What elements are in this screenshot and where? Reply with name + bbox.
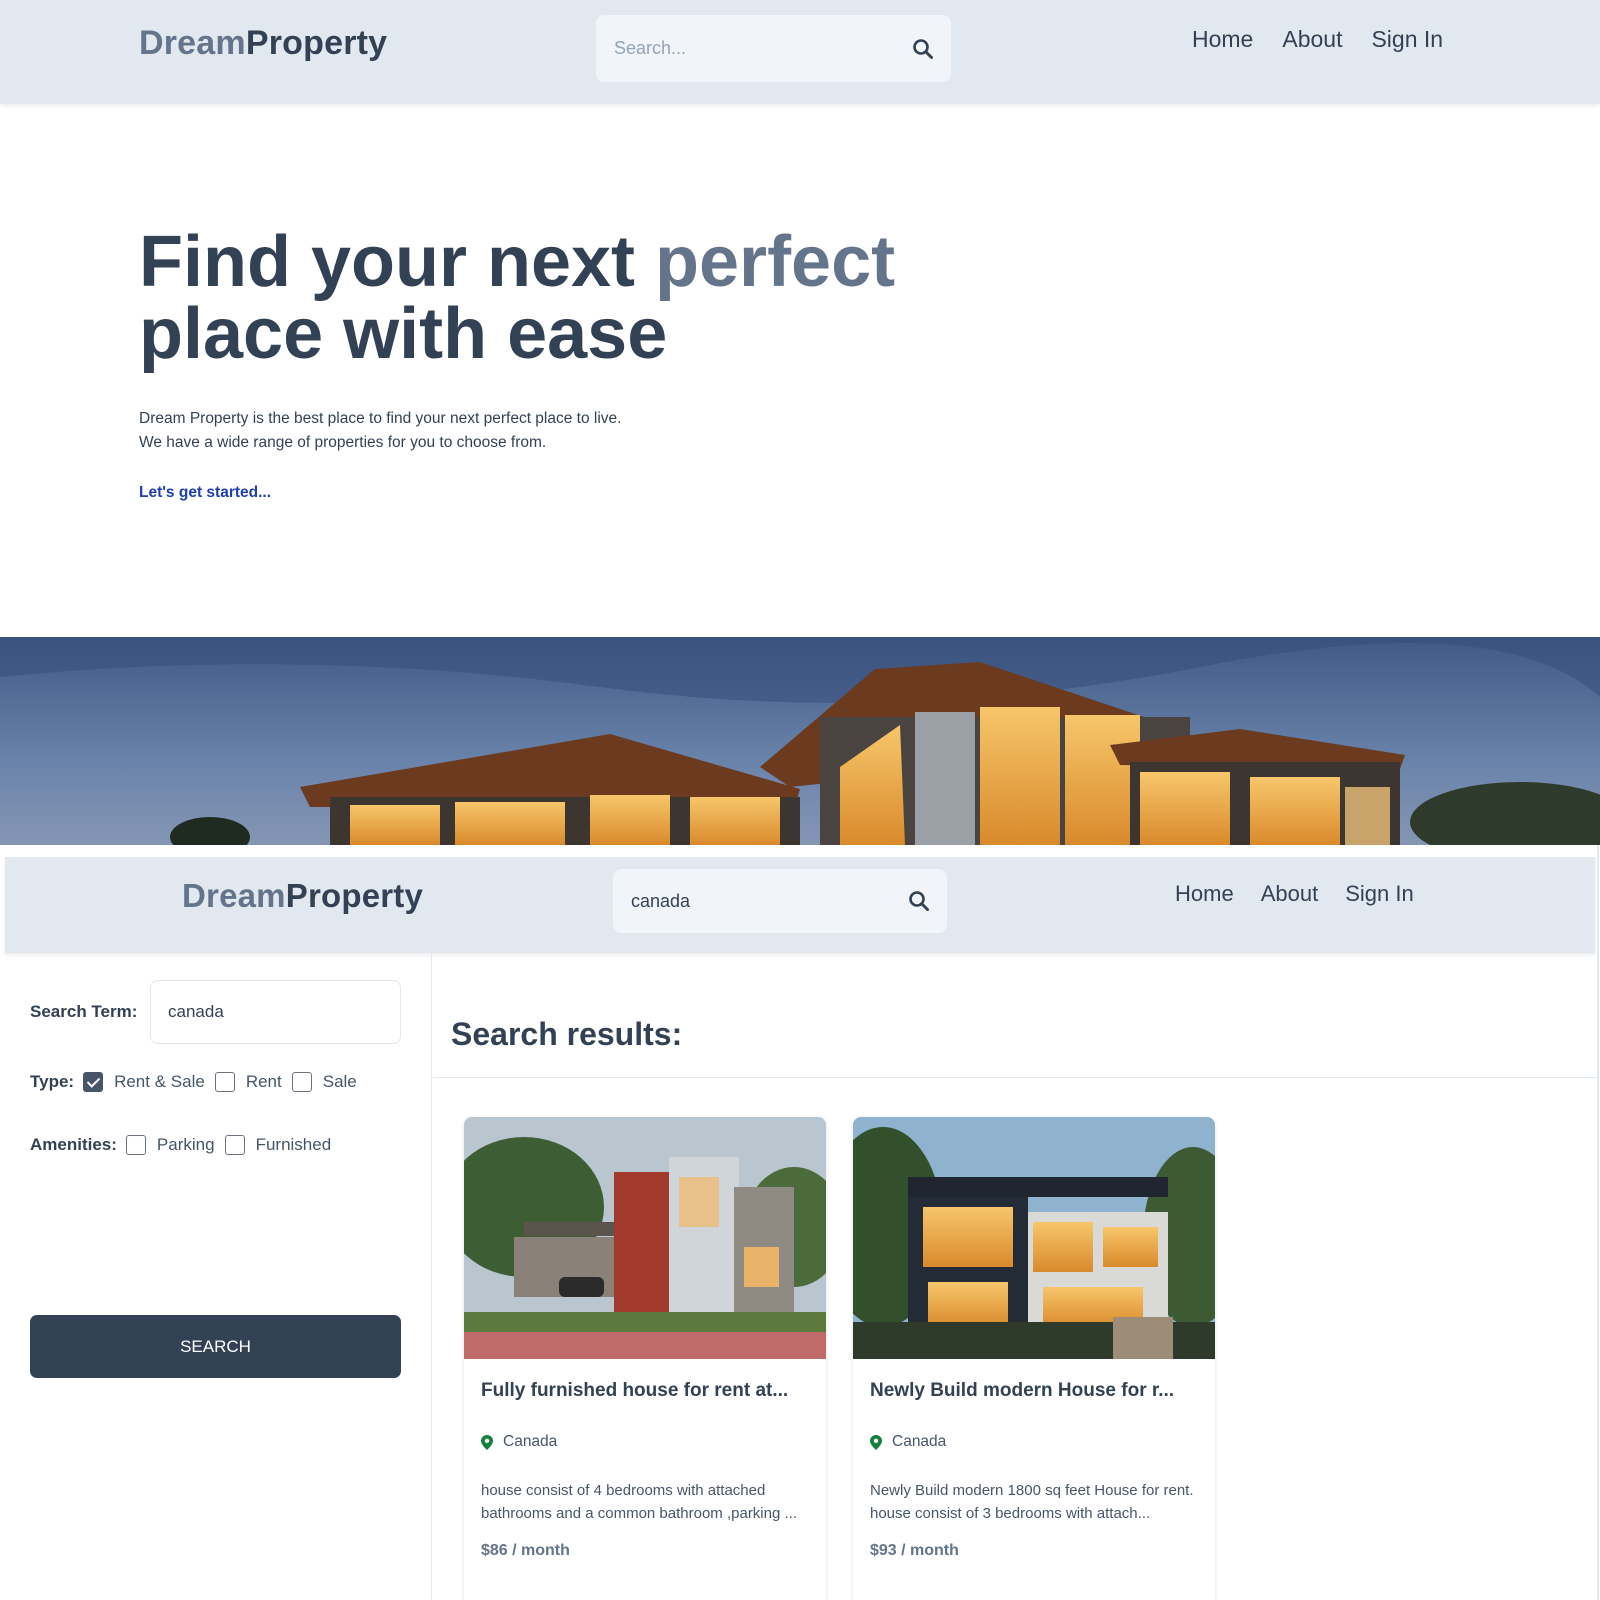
main-nav: Home About Sign In [1175,881,1414,907]
type-filter: Type: Rent & Sale Rent Sale [30,1072,367,1092]
hero-desc-line2: We have a wide range of properties for y… [139,434,547,451]
checkbox[interactable] [214,1072,235,1092]
logo-part-property: Property [285,877,424,914]
type-rent-and-sale[interactable]: Rent & Sale [83,1072,205,1092]
type-rent[interactable]: Rent [214,1072,282,1092]
hero-title-accent: perfect [655,222,896,302]
nav-home[interactable]: Home [1175,881,1234,907]
checkbox-label: Sale [322,1072,357,1091]
hero-banner-image [0,637,1600,845]
top-header: DreamProperty Home About Sign In [0,0,1600,104]
listing-description: house consist of 4 bedrooms with attache… [481,1482,797,1522]
house-photo-2 [853,1117,1215,1359]
location-text: Canada [892,1433,947,1450]
listing-card[interactable]: Fully furnished house for rent at... Can… [464,1117,826,1600]
listing-title[interactable]: Fully furnished house for rent at... [481,1380,811,1402]
search-button[interactable]: SEARCH [30,1315,401,1378]
hero-title-part1: Find your next [139,222,656,302]
house-photo-1 [464,1117,826,1359]
right-border [1597,845,1599,1600]
listing-image[interactable] [464,1117,826,1359]
search-term-label: Search Term: [30,1002,138,1021]
amenities-label: Amenities: [30,1135,117,1154]
type-label: Type: [30,1072,75,1091]
checkbox-label: Rent & Sale [114,1072,205,1091]
hero-title: Find your next perfect place with ease [139,226,895,370]
logo[interactable]: DreamProperty [139,24,387,63]
checkbox-label: Rent [245,1072,282,1091]
type-sale[interactable]: Sale [291,1072,357,1092]
checkbox[interactable] [291,1072,312,1092]
location-pin-icon [870,1434,882,1450]
search-results-screen: DreamProperty Home About Sign In Search … [0,845,1600,1600]
listing-price: $93 / month [870,1542,959,1559]
amenities-filter: Amenities: Parking Furnished [30,1135,341,1155]
search-box [596,15,951,82]
search-term-input[interactable] [150,980,401,1044]
main-nav: Home About Sign In [1192,26,1443,53]
nav-sign-in[interactable]: Sign In [1371,26,1443,53]
hero-title-line2: place with ease [139,294,668,374]
results-title: Search results: [451,1016,683,1052]
listing-image[interactable] [853,1117,1215,1359]
hero-description: Dream Property is the best place to find… [139,407,699,455]
filter-sidebar: Search Term: Type: Rent & Sale Rent Sale… [5,953,432,1600]
amenity-furnished[interactable]: Furnished [224,1135,332,1155]
nav-about[interactable]: About [1261,881,1319,907]
logo-part-dream: Dream [182,877,286,914]
search-box [613,869,947,933]
checkbox-label: Parking [156,1135,215,1154]
modern-house-illustration [0,637,1600,845]
checkbox[interactable] [125,1135,146,1155]
results-header: DreamProperty Home About Sign In [5,857,1595,953]
get-started-link[interactable]: Let's get started... [139,484,271,502]
nav-sign-in[interactable]: Sign In [1345,881,1414,907]
amenity-parking[interactable]: Parking [125,1135,215,1155]
listing-price: $86 / month [481,1542,570,1559]
location-pin-icon [481,1434,493,1450]
checkbox-label: Furnished [255,1135,332,1154]
hero-desc-line1: Dream Property is the best place to find… [139,410,622,427]
logo[interactable]: DreamProperty [182,877,423,915]
listing-title[interactable]: Newly Build modern House for r... [870,1380,1200,1402]
logo-part-dream: Dream [139,24,246,62]
search-input[interactable] [614,15,884,82]
location-text: Canada [503,1433,558,1450]
search-input[interactable] [631,869,901,933]
nav-home[interactable]: Home [1192,26,1253,53]
nav-about[interactable]: About [1282,26,1342,53]
checkbox-checked-icon[interactable] [83,1072,104,1092]
listing-card[interactable]: Newly Build modern House for r... Canada… [853,1117,1215,1600]
checkbox[interactable] [224,1135,245,1155]
listing-location: Canada [870,1433,946,1451]
search-icon[interactable] [911,37,935,61]
results-divider [433,1077,1597,1078]
listing-description: Newly Build modern 1800 sq feet House fo… [870,1482,1194,1522]
search-icon[interactable] [907,889,931,913]
logo-part-property: Property [245,24,388,62]
listing-location: Canada [481,1433,557,1451]
